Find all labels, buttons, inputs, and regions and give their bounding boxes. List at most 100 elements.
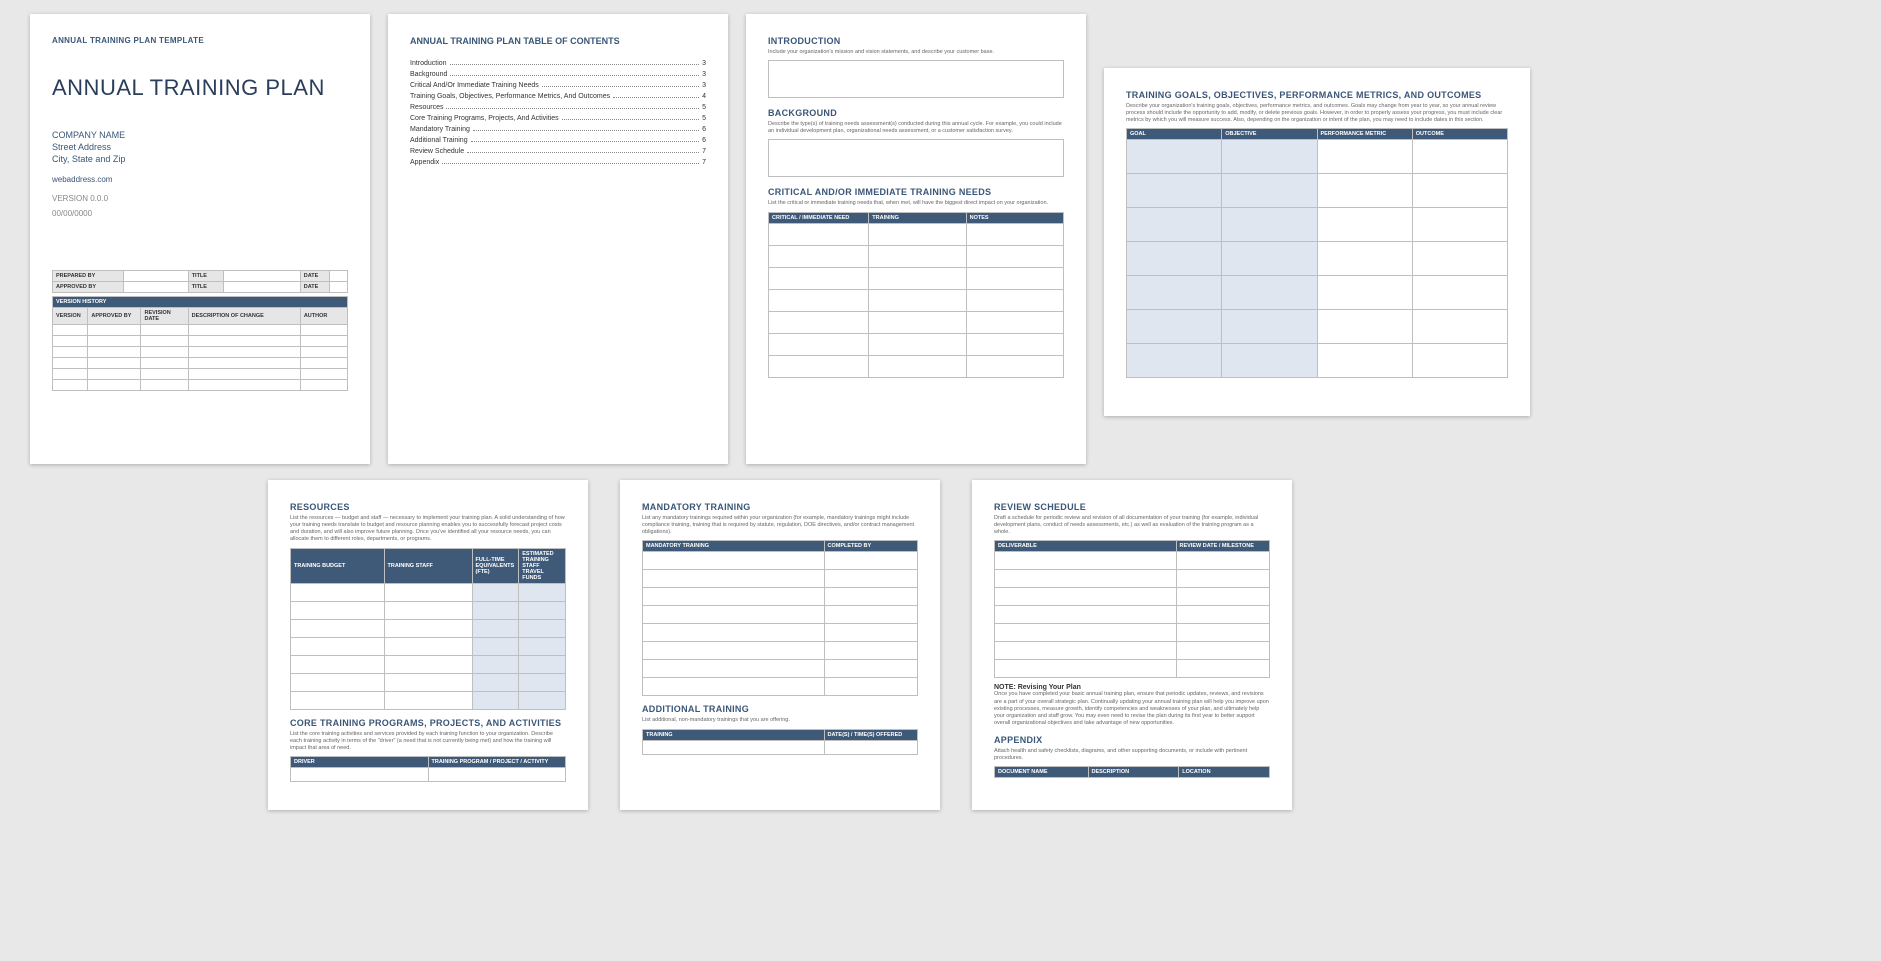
table-row[interactable] (1127, 310, 1508, 344)
critical-needs-desc: List the critical or immediate training … (768, 200, 1064, 207)
table-row[interactable] (769, 289, 1064, 311)
company-block: COMPANY NAME Street Address City, State … (52, 129, 348, 165)
toc-list: Introduction3 Background3 Critical And/O… (410, 60, 706, 166)
table-row[interactable] (769, 333, 1064, 355)
title-label-1: TITLE (188, 271, 223, 282)
table-row[interactable] (291, 583, 566, 601)
table-row[interactable] (995, 642, 1270, 660)
table-row[interactable] (53, 358, 348, 369)
company-name: COMPANY NAME (52, 129, 348, 141)
toc-item[interactable]: Introduction3 (410, 60, 706, 67)
col-budget: TRAINING BUDGET (291, 548, 385, 583)
mandatory-heading: MANDATORY TRAINING (642, 502, 918, 512)
date-cell-1[interactable] (330, 271, 348, 282)
core-table: DRIVER TRAINING PROGRAM / PROJECT / ACTI… (290, 756, 566, 782)
table-row[interactable] (995, 588, 1270, 606)
table-row[interactable] (291, 767, 566, 781)
review-table: DELIVERABLE REVIEW DATE / MILESTONE (994, 540, 1270, 678)
title-cell-1[interactable] (224, 271, 301, 282)
table-row[interactable] (1127, 208, 1508, 242)
goals-heading: TRAINING GOALS, OBJECTIVES, PERFORMANCE … (1126, 90, 1508, 100)
table-row[interactable] (53, 380, 348, 391)
table-row[interactable] (643, 660, 918, 678)
note-heading: NOTE: Revising Your Plan (994, 684, 1270, 691)
review-desc: Draft a schedule for periodic review and… (994, 515, 1270, 536)
toc-item[interactable]: Resources5 (410, 104, 706, 111)
table-row[interactable] (643, 740, 918, 754)
doc-title: ANNUAL TRAINING PLAN (52, 75, 348, 101)
table-row[interactable] (995, 570, 1270, 588)
col-travel: ESTIMATED TRAINING STAFF TRAVEL FUNDS (519, 548, 566, 583)
table-row[interactable] (643, 678, 918, 696)
introduction-desc: Include your organization's mission and … (768, 49, 1064, 56)
background-heading: BACKGROUND (768, 108, 1064, 118)
table-row[interactable] (995, 624, 1270, 642)
page-7-review: REVIEW SCHEDULE Draft a schedule for per… (972, 480, 1292, 810)
toc-item[interactable]: Core Training Programs, Projects, And Ac… (410, 115, 706, 122)
toc-item[interactable]: Review Schedule7 (410, 148, 706, 155)
vh-col-revdate: REVISION DATE (141, 308, 188, 325)
table-row[interactable] (1127, 344, 1508, 378)
col-program: TRAINING PROGRAM / PROJECT / ACTIVITY (428, 756, 566, 767)
table-row[interactable] (291, 637, 566, 655)
table-row[interactable] (291, 691, 566, 709)
background-input[interactable] (768, 139, 1064, 177)
table-row[interactable] (1127, 174, 1508, 208)
prepared-by-cell[interactable] (123, 271, 188, 282)
toc-item[interactable]: Critical And/Or Immediate Training Needs… (410, 82, 706, 89)
table-row[interactable] (995, 606, 1270, 624)
additional-table: TRAINING DATE(S) / TIME(S) OFFERED (642, 729, 918, 755)
toc-item[interactable]: Additional Training6 (410, 137, 706, 144)
template-header: ANNUAL TRAINING PLAN TEMPLATE (52, 36, 348, 45)
toc-item[interactable]: Background3 (410, 71, 706, 78)
core-heading: CORE TRAINING PROGRAMS, PROJECTS, AND AC… (290, 718, 566, 728)
table-row[interactable] (53, 369, 348, 380)
col-review-date: REVIEW DATE / MILESTONE (1176, 541, 1270, 552)
table-row[interactable] (643, 552, 918, 570)
vh-col-desc: DESCRIPTION OF CHANGE (188, 308, 300, 325)
col-completed: COMPLETED BY (824, 541, 918, 552)
table-row[interactable] (291, 655, 566, 673)
core-desc: List the core training activities and se… (290, 731, 566, 752)
col-staff: TRAINING STAFF (384, 548, 472, 583)
toc-title: ANNUAL TRAINING PLAN TABLE OF CONTENTS (410, 36, 706, 46)
col-metric: PERFORMANCE METRIC (1317, 129, 1412, 140)
table-row[interactable] (643, 588, 918, 606)
signoff-table: PREPARED BY TITLE DATE APPROVED BY TITLE… (52, 270, 348, 293)
table-row[interactable] (291, 673, 566, 691)
col-add-training: TRAINING (643, 729, 825, 740)
city-state-zip: City, State and Zip (52, 153, 348, 165)
table-row[interactable] (769, 245, 1064, 267)
page-5-resources: RESOURCES List the resources — budget an… (268, 480, 588, 810)
page-6-mandatory: MANDATORY TRAINING List any mandatory tr… (620, 480, 940, 810)
col-goal: GOAL (1127, 129, 1222, 140)
table-row[interactable] (769, 355, 1064, 377)
table-row[interactable] (1127, 276, 1508, 310)
approved-by-cell[interactable] (123, 282, 188, 293)
table-row[interactable] (643, 642, 918, 660)
table-row[interactable] (53, 325, 348, 336)
table-row[interactable] (769, 311, 1064, 333)
table-row[interactable] (53, 336, 348, 347)
table-row[interactable] (291, 619, 566, 637)
table-row[interactable] (1127, 242, 1508, 276)
introduction-input[interactable] (768, 60, 1064, 98)
table-row[interactable] (1127, 140, 1508, 174)
date-cell-2[interactable] (330, 282, 348, 293)
toc-item[interactable]: Mandatory Training6 (410, 126, 706, 133)
col-fte: FULL-TIME EQUIVALENTS (FTE) (472, 548, 519, 583)
table-row[interactable] (769, 267, 1064, 289)
resources-table: TRAINING BUDGET TRAINING STAFF FULL-TIME… (290, 548, 566, 710)
table-row[interactable] (53, 347, 348, 358)
table-row[interactable] (995, 552, 1270, 570)
table-row[interactable] (643, 624, 918, 642)
table-row[interactable] (643, 606, 918, 624)
toc-item[interactable]: Training Goals, Objectives, Performance … (410, 93, 706, 100)
table-row[interactable] (643, 570, 918, 588)
table-row[interactable] (769, 223, 1064, 245)
table-row[interactable] (291, 601, 566, 619)
table-row[interactable] (995, 660, 1270, 678)
title-cell-2[interactable] (224, 282, 301, 293)
toc-item[interactable]: Appendix7 (410, 159, 706, 166)
appendix-desc: Attach health and safety checklists, dia… (994, 748, 1270, 762)
